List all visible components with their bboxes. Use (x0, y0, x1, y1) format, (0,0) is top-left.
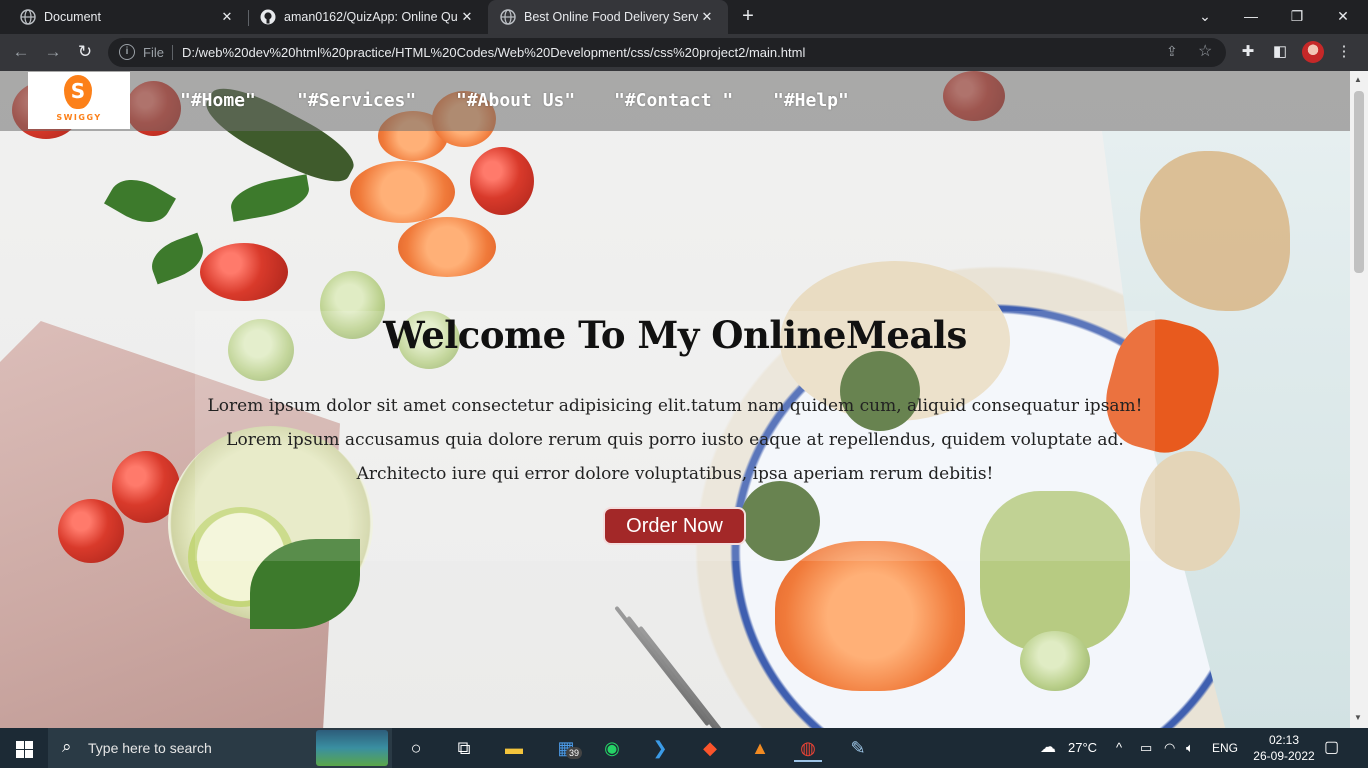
volume-icon[interactable]: 🔈︎ (1186, 740, 1194, 756)
scheme-label: File (143, 45, 164, 60)
windows-taskbar: ⌕ Type here to search ○ ⧉ ▬ ▦ 39 ◉ ❯ ◆ ▲… (0, 728, 1368, 768)
url-text[interactable]: D:/web%20dev%20html%20practice/HTML%20Co… (182, 45, 805, 60)
tomato-decoration (58, 499, 124, 563)
restore-button[interactable]: ❐ (1274, 0, 1320, 32)
browser-toolbar: ← → ↻ i File D:/web%20dev%20html%20pract… (0, 34, 1368, 71)
clock-date: 26-09-2022 (1253, 749, 1315, 763)
hero-line: Architecto iure qui error dolore volupta… (356, 464, 994, 484)
clock-time: 02:13 (1268, 733, 1300, 747)
carrot-pile-decoration (775, 541, 965, 691)
tab-document[interactable]: Document ✕ (8, 0, 248, 34)
tab-strip: Document ✕ aman0162/QuizApp: Online Quiz… (0, 0, 1368, 34)
tab-title: Document (44, 10, 101, 24)
order-now-button[interactable]: Order Now (603, 507, 746, 545)
logo-text: SWIGGY (56, 113, 102, 122)
side-panel-icon[interactable]: ◧ (1270, 42, 1290, 62)
fork-decoration (614, 605, 710, 727)
swiggy-pin-icon: S (64, 75, 92, 109)
address-bar[interactable]: i File D:/web%20dev%20html%20practice/HT… (108, 38, 1226, 67)
scroll-up-arrow-icon[interactable]: ▲ (1354, 75, 1362, 84)
github-icon (260, 9, 276, 25)
taskbar-search-box[interactable]: ⌕ Type here to search (48, 728, 392, 768)
sprout-decoration (1020, 631, 1090, 691)
info-icon[interactable]: i (119, 44, 135, 60)
tab-title: Best Online Food Delivery Service (524, 10, 698, 24)
whatsapp-icon[interactable]: ◉ (598, 734, 626, 762)
nav-about-us[interactable]: "#About Us" (456, 90, 575, 111)
nav-help[interactable]: "#Help" (773, 90, 849, 111)
bookmark-star-icon[interactable]: ☆ (1198, 41, 1212, 61)
basil-leaf-decoration (227, 174, 313, 222)
hero-line: Lorem ipsum accusamus quia dolore rerum … (226, 430, 1124, 450)
weather-icon[interactable]: ☁ (1040, 737, 1056, 757)
close-icon[interactable]: ✕ (458, 9, 476, 25)
system-clock[interactable]: 02:13 26-09-2022 (1252, 732, 1316, 764)
vscode-icon[interactable]: ❯ (646, 734, 674, 762)
wifi-icon[interactable]: ◠ (1164, 740, 1175, 756)
weather-temp[interactable]: 27°C (1068, 740, 1097, 755)
share-icon[interactable]: ⇪ (1166, 43, 1178, 60)
site-header: S SWIGGY "#Home" "#Services" "#About Us"… (0, 71, 1350, 131)
swiggy-logo[interactable]: S SWIGGY (28, 72, 130, 129)
page-viewport: S SWIGGY "#Home" "#Services" "#About Us"… (0, 71, 1350, 728)
globe-icon (20, 9, 36, 25)
reload-button[interactable]: ↻ (72, 39, 98, 65)
forward-button[interactable]: → (40, 39, 66, 65)
task-view-icon[interactable]: ⧉ (450, 734, 478, 762)
tab-title: aman0162/QuizApp: Online Quiz (284, 10, 458, 24)
globe-icon (500, 9, 516, 25)
battery-icon[interactable]: ▭ (1140, 740, 1152, 756)
cortana-icon[interactable]: ○ (402, 734, 430, 762)
nav-services[interactable]: "#Services" (297, 90, 416, 111)
hero-description: Lorem ipsum dolor sit amet consectetur a… (200, 389, 1150, 491)
menu-kebab-icon[interactable]: ⋮ (1334, 42, 1354, 62)
new-tab-button[interactable]: + (736, 4, 760, 28)
tomato-decoration (470, 147, 534, 215)
minimize-button[interactable]: — (1228, 0, 1274, 32)
search-placeholder: Type here to search (88, 740, 212, 756)
tab-food-delivery[interactable]: Best Online Food Delivery Service ✕ (488, 0, 728, 34)
windows-start-button[interactable] (0, 728, 48, 768)
carrot-decoration (350, 161, 455, 223)
hero-title: Welcome To My OnlineMeals (383, 313, 967, 357)
nav-home[interactable]: "#Home" (180, 90, 256, 111)
logo-letter: S (70, 79, 86, 103)
close-window-button[interactable]: ✕ (1320, 0, 1366, 32)
basil-leaf-decoration (104, 168, 176, 234)
quinoa-decoration (1140, 451, 1240, 571)
scroll-thumb[interactable] (1354, 91, 1364, 273)
brave-browser-icon[interactable]: ◆ (696, 734, 724, 762)
back-button[interactable]: ← (8, 39, 34, 65)
hero-line: Lorem ipsum dolor sit amet consectetur a… (207, 396, 1143, 416)
tray-overflow-icon[interactable]: ^ (1116, 740, 1122, 755)
notification-badge: 39 (566, 747, 583, 759)
scroll-down-arrow-icon[interactable]: ▼ (1354, 713, 1362, 722)
chrome-icon[interactable]: ◍ (794, 734, 822, 762)
search-icon: ⌕ (62, 737, 72, 756)
vlc-icon[interactable]: ▲ (746, 734, 774, 762)
search-highlight-image[interactable] (316, 730, 388, 766)
paint-icon[interactable]: ✎ (844, 734, 872, 762)
nav-contact[interactable]: "#Contact " (614, 90, 733, 111)
extensions-icon[interactable]: ✚ (1238, 42, 1258, 62)
close-icon[interactable]: ✕ (698, 9, 716, 25)
profile-avatar[interactable] (1302, 41, 1324, 63)
notifications-icon[interactable]: ▢ (1324, 737, 1339, 757)
address-divider (172, 45, 173, 60)
page-scrollbar[interactable]: ▲ ▼ (1350, 71, 1368, 728)
tab-quizapp[interactable]: aman0162/QuizApp: Online Quiz ✕ (248, 0, 488, 34)
language-indicator[interactable]: ENG (1212, 741, 1238, 755)
carrot-decoration (398, 217, 496, 277)
file-explorer-icon[interactable]: ▬ (500, 734, 528, 762)
close-icon[interactable]: ✕ (218, 9, 236, 25)
tomato-decoration (200, 243, 288, 301)
fork-decoration (638, 625, 734, 728)
tab-search-icon[interactable]: ⌄ (1182, 0, 1228, 32)
